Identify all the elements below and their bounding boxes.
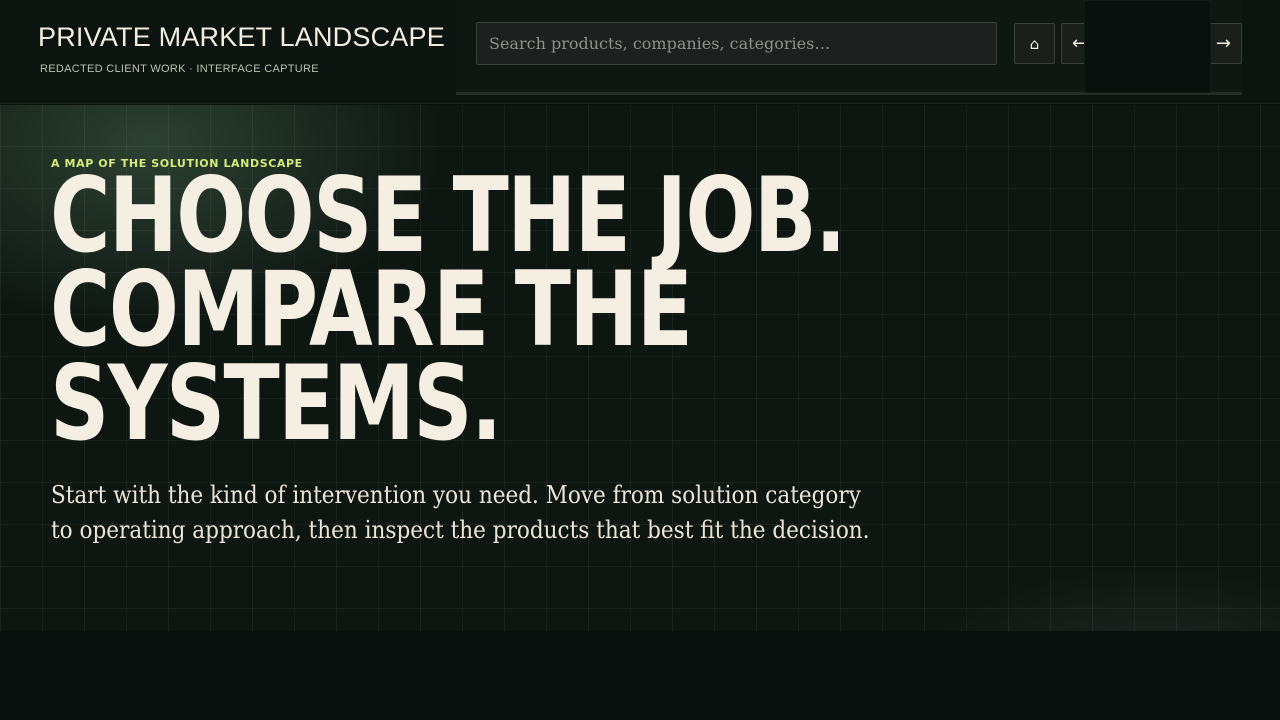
hero-lede: Start with the kind of intervention you …: [51, 480, 870, 544]
search-input[interactable]: [476, 22, 997, 65]
bottom-band: [0, 631, 1280, 720]
headline-line-3: SYSTEMS.: [50, 344, 502, 464]
home-icon: ⌂: [1029, 34, 1040, 53]
brand: PRIVATE MARKET LANDSCAPE REDACTED CLIENT…: [38, 22, 445, 75]
hero-headline: CHOOSE THE JOB. COMPARE THE SYSTEMS.: [50, 156, 846, 464]
hero-section: A MAP OF THE SOLUTION LANDSCAPE CHOOSE T…: [0, 105, 1280, 631]
site-title[interactable]: PRIVATE MARKET LANDSCAPE: [38, 22, 445, 53]
home-button[interactable]: ⌂: [1014, 23, 1055, 64]
site-subtitle: REDACTED CLIENT WORK · INTERFACE CAPTURE: [40, 63, 319, 75]
headline-line-1: CHOOSE THE JOB.: [50, 156, 846, 276]
redaction-overlay: [1084, 0, 1211, 93]
arrow-right-icon: →: [1215, 33, 1231, 54]
headline-line-2: COMPARE THE: [50, 250, 693, 370]
